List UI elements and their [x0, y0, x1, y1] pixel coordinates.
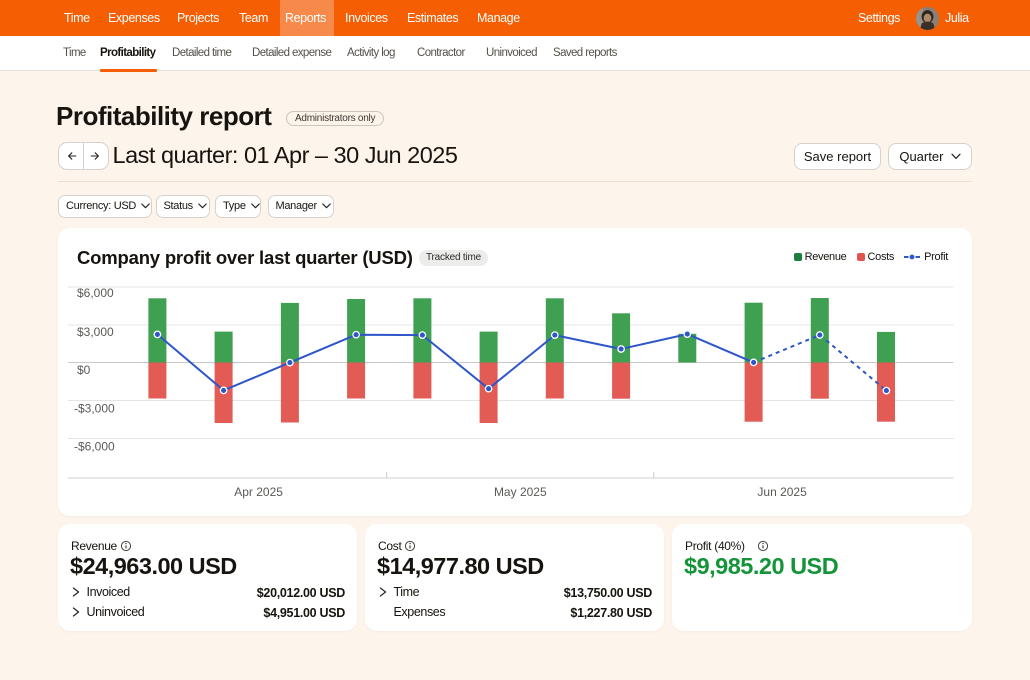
svg-text:Apr 2025: Apr 2025: [234, 485, 283, 499]
svg-text:-$3,000: -$3,000: [74, 401, 115, 415]
svg-text:Jun 2025: Jun 2025: [757, 485, 807, 499]
svg-text:-$6,000: -$6,000: [74, 440, 115, 454]
svg-text:$6,000: $6,000: [77, 286, 114, 300]
svg-text:May 2025: May 2025: [494, 485, 547, 499]
svg-text:$3,000: $3,000: [77, 325, 114, 339]
svg-text:$0: $0: [77, 363, 91, 377]
